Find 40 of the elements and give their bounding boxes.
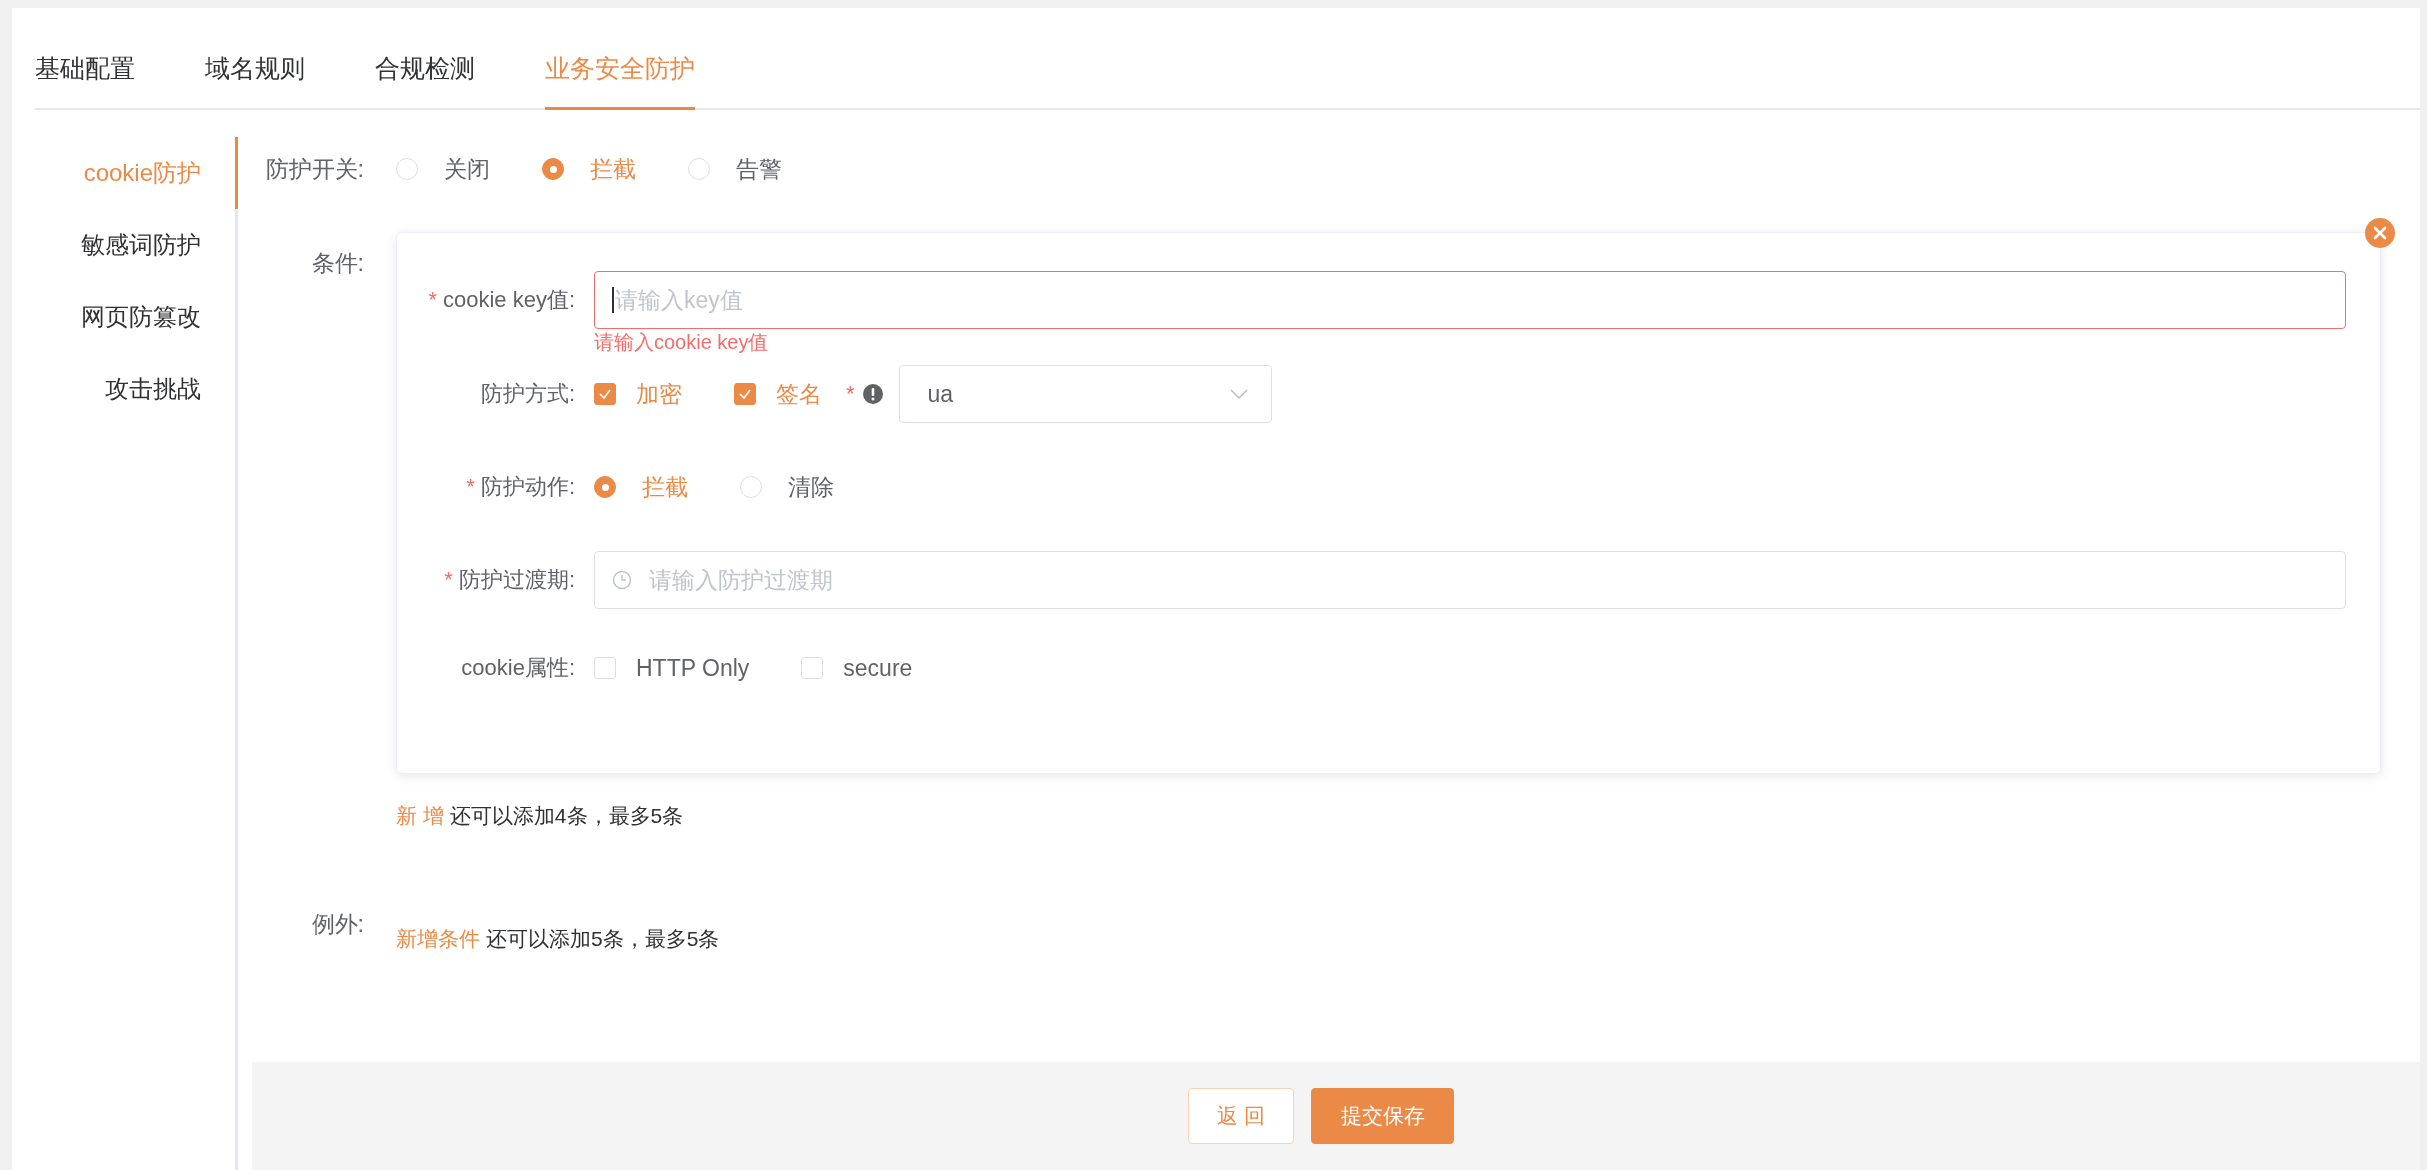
sidebar-item[interactable]: 网页防篡改 (35, 281, 238, 353)
sidebar-item[interactable]: 敏感词防护 (35, 209, 238, 281)
form-label: 防护开关: (264, 154, 365, 184)
error-message: 请输入cookie key值 (594, 330, 770, 355)
add-hint: 还可以添加4条，最多5条 (449, 803, 684, 829)
info-icon (862, 384, 883, 404)
check-icon (598, 387, 612, 401)
option-label[interactable]: 关闭 (444, 153, 490, 185)
tab[interactable]: 域名规则 (205, 52, 305, 110)
required-mark: * (466, 474, 475, 499)
add-hint: 还可以添加5条，最多5条 (486, 926, 720, 952)
form-label: 例外: (310, 911, 365, 939)
tab[interactable]: 基础配置 (35, 52, 135, 110)
required-mark: * (846, 381, 855, 407)
tab[interactable]: 合规检测 (375, 52, 475, 110)
form-label: 防护过渡期: (458, 567, 575, 592)
checkbox[interactable] (734, 383, 756, 405)
radio-button[interactable] (594, 476, 616, 498)
sidebar-item[interactable]: 攻击挑战 (35, 353, 238, 425)
option-label[interactable]: HTTP Only (636, 654, 750, 682)
time-input-field[interactable]: 请输入防护过渡期 (594, 551, 2346, 609)
close-icon (2364, 217, 2396, 249)
clock-icon (612, 570, 632, 590)
check-icon (738, 387, 752, 401)
form-label: cookie属性: (461, 655, 575, 680)
form-label: cookie key值: (442, 287, 575, 312)
form-label: 防护方式: (480, 381, 575, 406)
select-dropdown[interactable]: ua (898, 365, 1272, 423)
checkbox[interactable] (594, 383, 616, 405)
key-input-field[interactable]: 请输入key值 (594, 271, 2346, 329)
select-value: ua (927, 380, 954, 408)
form-label: 条件: (310, 249, 365, 278)
required-mark: * (428, 287, 437, 312)
form-label: 防护动作: (480, 474, 575, 499)
option-label[interactable]: 清除 (788, 471, 834, 503)
required-mark: * (444, 567, 453, 592)
option-label[interactable]: secure (843, 654, 913, 682)
radio-button[interactable] (542, 158, 564, 180)
chevron-down-icon (1228, 388, 1249, 400)
option-label[interactable]: 告警 (736, 153, 782, 185)
